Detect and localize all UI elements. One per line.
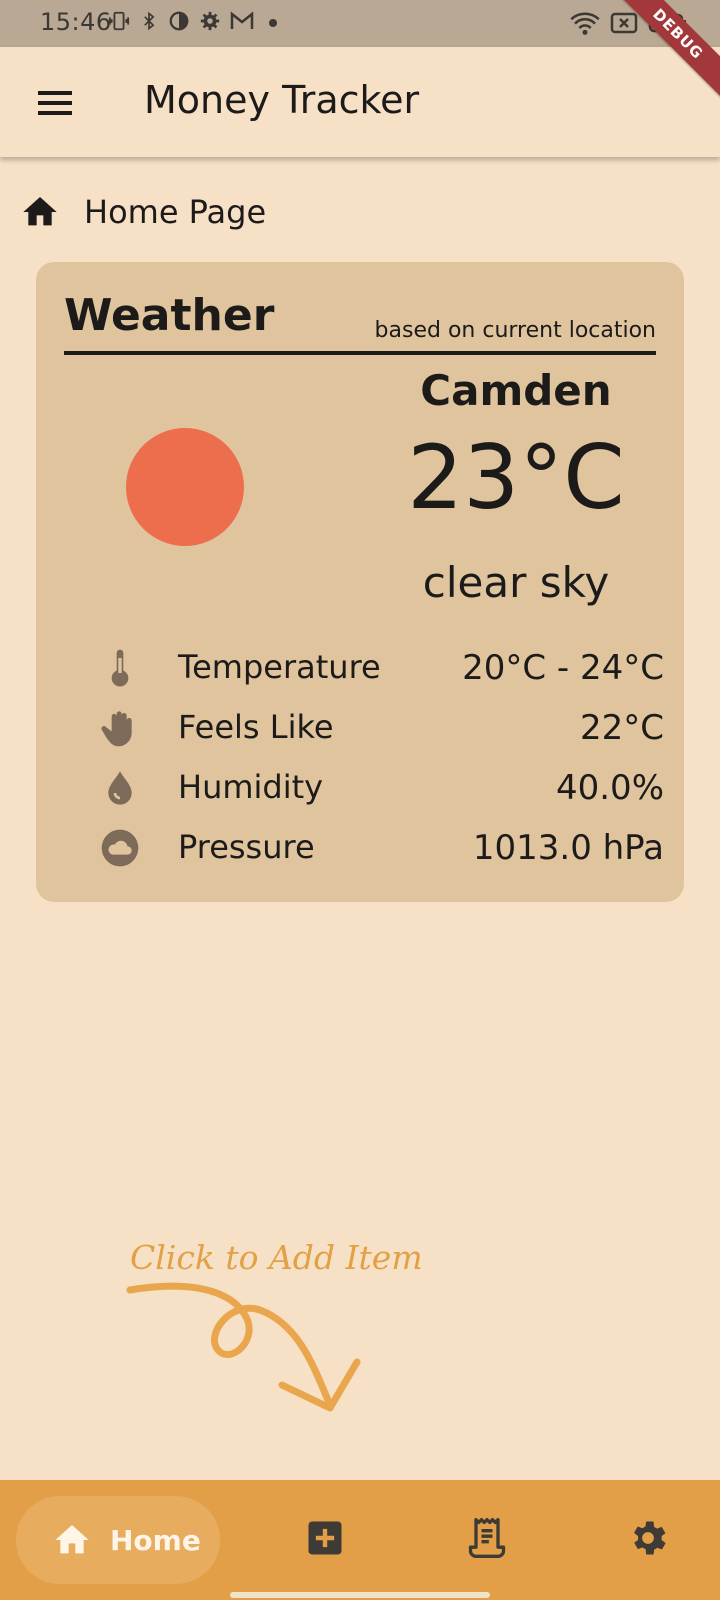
detail-label: Pressure <box>178 828 315 866</box>
detail-label: Humidity <box>178 768 324 806</box>
app-title: Money Tracker <box>144 78 420 122</box>
detail-row-pressure: Pressure 1013.0 hPa <box>94 822 664 882</box>
hand-icon <box>101 711 132 747</box>
detail-value: 1013.0 hPa <box>472 828 664 868</box>
weather-heading: Weather <box>64 290 275 341</box>
weather-description: clear sky <box>422 558 610 607</box>
gmail-icon <box>230 11 254 29</box>
data-saver-icon <box>169 11 189 31</box>
home-icon <box>55 1525 89 1554</box>
detail-value: 20°C - 24°C <box>462 648 664 688</box>
sun-icon <box>126 428 244 546</box>
receipt-icon[interactable] <box>465 1516 509 1560</box>
detail-label: Temperature <box>178 648 381 686</box>
status-bar: 15:46 DEBUG <box>0 0 720 108</box>
weather-divider <box>64 351 656 355</box>
weather-location-note: based on current location <box>374 318 656 343</box>
status-time: 15:46 <box>40 8 112 36</box>
no-sim-icon <box>610 12 638 34</box>
weather-details: Temperature 20°C - 24°C Feels Like 22°C … <box>94 642 664 882</box>
page-title: Home Page <box>84 193 267 231</box>
cloud-icon <box>101 829 139 867</box>
settings-gear-icon[interactable] <box>626 1516 670 1560</box>
settings-status-icon <box>200 11 220 31</box>
detail-row-temperature: Temperature 20°C - 24°C <box>94 642 664 702</box>
bottom-navigation: Home <box>0 1480 720 1600</box>
more-notifications-dot-icon <box>269 19 277 27</box>
nav-home-label: Home <box>110 1523 201 1557</box>
vibrate-icon <box>108 11 130 31</box>
status-notification-icons <box>108 10 283 32</box>
hamburger-menu-icon[interactable] <box>36 87 76 119</box>
app-bar: Money Tracker <box>0 47 720 157</box>
wifi-icon <box>570 12 600 35</box>
weather-card: Weather based on current location Camden… <box>36 262 684 902</box>
gesture-handle[interactable] <box>230 1592 490 1598</box>
detail-value: 22°C <box>579 708 664 748</box>
curved-arrow-icon <box>126 1282 361 1412</box>
weather-city: Camden <box>420 366 612 415</box>
add-box-icon[interactable] <box>303 1516 347 1560</box>
thermometer-icon <box>111 649 129 687</box>
water-drop-icon <box>108 771 132 805</box>
nav-home-button[interactable]: Home <box>16 1496 220 1584</box>
home-icon <box>23 197 57 226</box>
detail-value: 40.0% <box>555 768 664 808</box>
bluetooth-icon <box>144 11 155 31</box>
weather-temperature: 23°C <box>407 426 625 529</box>
breadcrumb: Home Page <box>20 192 266 232</box>
detail-row-feels-like: Feels Like 22°C <box>94 702 664 762</box>
detail-label: Feels Like <box>178 708 334 746</box>
detail-row-humidity: Humidity 40.0% <box>94 762 664 822</box>
